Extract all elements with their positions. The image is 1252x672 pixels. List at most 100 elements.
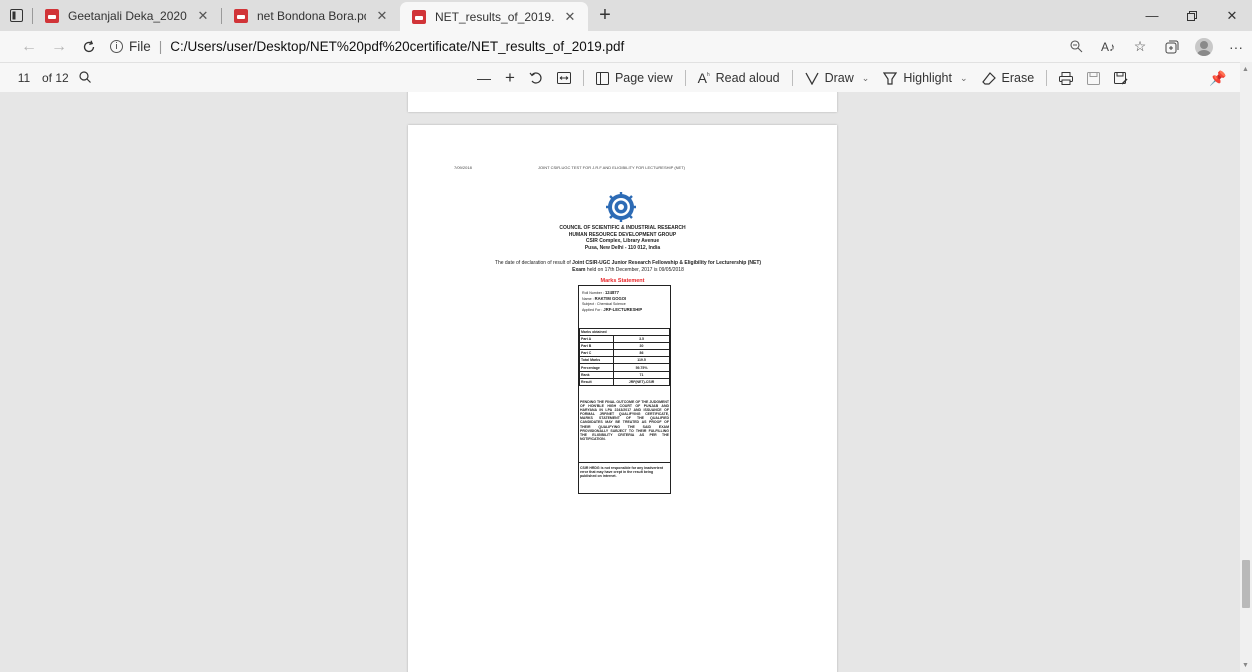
refresh-button[interactable] bbox=[74, 33, 104, 61]
settings-more-button[interactable]: ··· bbox=[1220, 33, 1252, 61]
declaration-prefix: The date of declaration of result of bbox=[494, 260, 571, 266]
divider-line bbox=[579, 462, 670, 463]
draw-label: Draw bbox=[824, 71, 854, 85]
save-as-button[interactable] bbox=[1107, 63, 1135, 93]
draw-button[interactable]: Draw ⌄ bbox=[798, 63, 877, 93]
read-aloud-button[interactable]: Aʰ Read aloud bbox=[691, 63, 787, 93]
star-icon: ☆ bbox=[1133, 38, 1147, 54]
row-value: 3.5 bbox=[613, 335, 670, 344]
info-icon[interactable]: i bbox=[110, 40, 123, 53]
tab-title: Geetanjali Deka_2020.pdf bbox=[68, 8, 187, 23]
address-separator: | bbox=[158, 39, 163, 54]
row-value: 30 bbox=[613, 342, 670, 351]
rotate-button[interactable] bbox=[522, 63, 550, 93]
rotate-icon bbox=[529, 72, 542, 84]
table-row: Part C 86 bbox=[579, 349, 670, 358]
candidate-info: Roll Number : 124877 Name : RAKTIM GOGOI… bbox=[582, 290, 642, 313]
read-aloud-page-button[interactable]: A♪ bbox=[1092, 33, 1124, 61]
close-tab-icon[interactable]: ✕ bbox=[374, 8, 390, 24]
table-row: Part A 3.5 bbox=[579, 335, 670, 344]
scrollbar-thumb[interactable] bbox=[1242, 560, 1250, 608]
find-button[interactable] bbox=[79, 70, 91, 86]
read-aloud-icon: A♪ bbox=[1100, 39, 1115, 54]
zoom-icon bbox=[1069, 40, 1082, 53]
page-view-icon bbox=[595, 71, 609, 85]
save-as-icon bbox=[1114, 71, 1128, 85]
applied-label: Applied For : bbox=[582, 308, 603, 312]
marks-statement-title: Marks Statement bbox=[600, 278, 645, 284]
fit-page-button[interactable] bbox=[550, 63, 578, 93]
url-text: C:/Users/user/Desktop/NET%20pdf%20certif… bbox=[170, 39, 625, 54]
back-button[interactable]: ← bbox=[14, 33, 44, 61]
chevron-down-icon[interactable]: ⌄ bbox=[960, 73, 968, 84]
restore-icon bbox=[1187, 10, 1197, 21]
page-number-input[interactable]: 11 bbox=[10, 68, 38, 88]
erase-button[interactable]: Erase bbox=[975, 63, 1042, 93]
erase-label: Erase bbox=[1001, 71, 1035, 85]
declaration-exam-word: Exam bbox=[572, 266, 586, 273]
vertical-scrollbar[interactable]: ▲ ▼ bbox=[1240, 62, 1252, 672]
scroll-down-icon[interactable]: ▼ bbox=[1242, 662, 1249, 669]
close-tab-icon[interactable]: ✕ bbox=[195, 8, 211, 24]
pdf-file-icon bbox=[234, 8, 248, 23]
forward-arrow-icon: → bbox=[51, 37, 67, 55]
toolbar-divider bbox=[1046, 70, 1048, 86]
tab-net-results[interactable]: NET_results_of_2019.pdf ✕ bbox=[400, 2, 588, 31]
row-value: 86 bbox=[613, 349, 670, 358]
pdf-viewer-canvas[interactable]: 7/09/2018 JOINT CSIR-UGC TEST FOR J.R.F … bbox=[0, 92, 1240, 672]
save-button[interactable] bbox=[1080, 63, 1107, 93]
applied-line: Applied For : JRF-LECTURESHIP bbox=[582, 307, 642, 313]
chevron-down-icon[interactable]: ⌄ bbox=[862, 73, 870, 84]
page-view-label: Page view bbox=[614, 71, 673, 85]
address-bar[interactable]: i File | C:/Users/user/Desktop/NET%20pdf… bbox=[104, 34, 1060, 60]
back-arrow-icon: ← bbox=[21, 37, 37, 55]
pdf-file-icon bbox=[412, 9, 426, 24]
tab-actions-button[interactable] bbox=[0, 0, 32, 31]
read-aloud-icon: Aʰ bbox=[697, 70, 710, 86]
new-tab-button[interactable]: + bbox=[592, 3, 618, 29]
minus-icon: — bbox=[477, 70, 491, 86]
page-header: JOINT CSIR-UGC TEST FOR J.R.F AND ELIGIB… bbox=[538, 165, 685, 170]
toolbar-divider bbox=[582, 70, 584, 86]
table-row: Part B 30 bbox=[579, 342, 670, 351]
row-label: Part B bbox=[579, 342, 614, 351]
forward-button[interactable]: → bbox=[44, 33, 74, 61]
row-label: Rank bbox=[579, 370, 614, 379]
close-window-button[interactable]: ✕ bbox=[1212, 0, 1252, 31]
restore-button[interactable] bbox=[1172, 0, 1212, 31]
marks-table: Marks obtained Part A 3.5 Part B 30 Part C… bbox=[579, 327, 670, 386]
row-value: 59.75% bbox=[613, 363, 670, 372]
row-value: 71 bbox=[613, 370, 670, 379]
previous-page bbox=[408, 92, 837, 112]
browser-tools: A♪ ☆ ··· bbox=[1060, 33, 1252, 61]
profile-button[interactable] bbox=[1188, 33, 1220, 61]
roll-label: Roll Number : bbox=[582, 291, 604, 295]
csir-logo bbox=[606, 192, 636, 222]
favorites-button[interactable]: ☆ bbox=[1124, 33, 1156, 61]
refresh-icon bbox=[83, 40, 95, 52]
row-value: 119.5 bbox=[613, 356, 670, 365]
highlight-icon bbox=[883, 71, 898, 85]
plus-icon: + bbox=[599, 4, 611, 26]
print-date: 7/09/2018 bbox=[454, 165, 472, 170]
pdf-toolbar: 11 of 12 — + Page view Aʰ Read aloud Dra… bbox=[0, 62, 1252, 92]
tab-bondona[interactable]: net Bondona Bora.pdf ✕ bbox=[222, 0, 400, 31]
zoom-button[interactable] bbox=[1060, 33, 1092, 61]
table-row: Result JRF(NET)-CSIR bbox=[579, 377, 670, 386]
page-total: of 12 bbox=[42, 70, 69, 85]
tab-geetanjali[interactable]: Geetanjali Deka_2020.pdf ✕ bbox=[33, 0, 221, 31]
highlight-label: Highlight bbox=[903, 71, 952, 85]
table-row: Percentage 59.75% bbox=[579, 363, 670, 372]
scroll-up-icon[interactable]: ▲ bbox=[1242, 66, 1249, 73]
zoom-out-button[interactable]: — bbox=[470, 63, 498, 93]
minimize-button[interactable]: — bbox=[1132, 0, 1172, 31]
print-button[interactable] bbox=[1052, 63, 1080, 93]
collections-button[interactable] bbox=[1156, 33, 1188, 61]
toolbar-divider bbox=[684, 70, 686, 86]
pin-toolbar-button[interactable]: 📌 bbox=[1205, 65, 1231, 91]
close-tab-icon[interactable]: ✕ bbox=[562, 9, 578, 25]
declaration-exam: Joint CSIR-UGC Junior Research Fellowshi… bbox=[572, 260, 762, 266]
page-view-button[interactable]: Page view bbox=[589, 63, 680, 93]
highlight-button[interactable]: Highlight ⌄ bbox=[876, 63, 974, 93]
zoom-in-button[interactable]: + bbox=[498, 63, 522, 93]
